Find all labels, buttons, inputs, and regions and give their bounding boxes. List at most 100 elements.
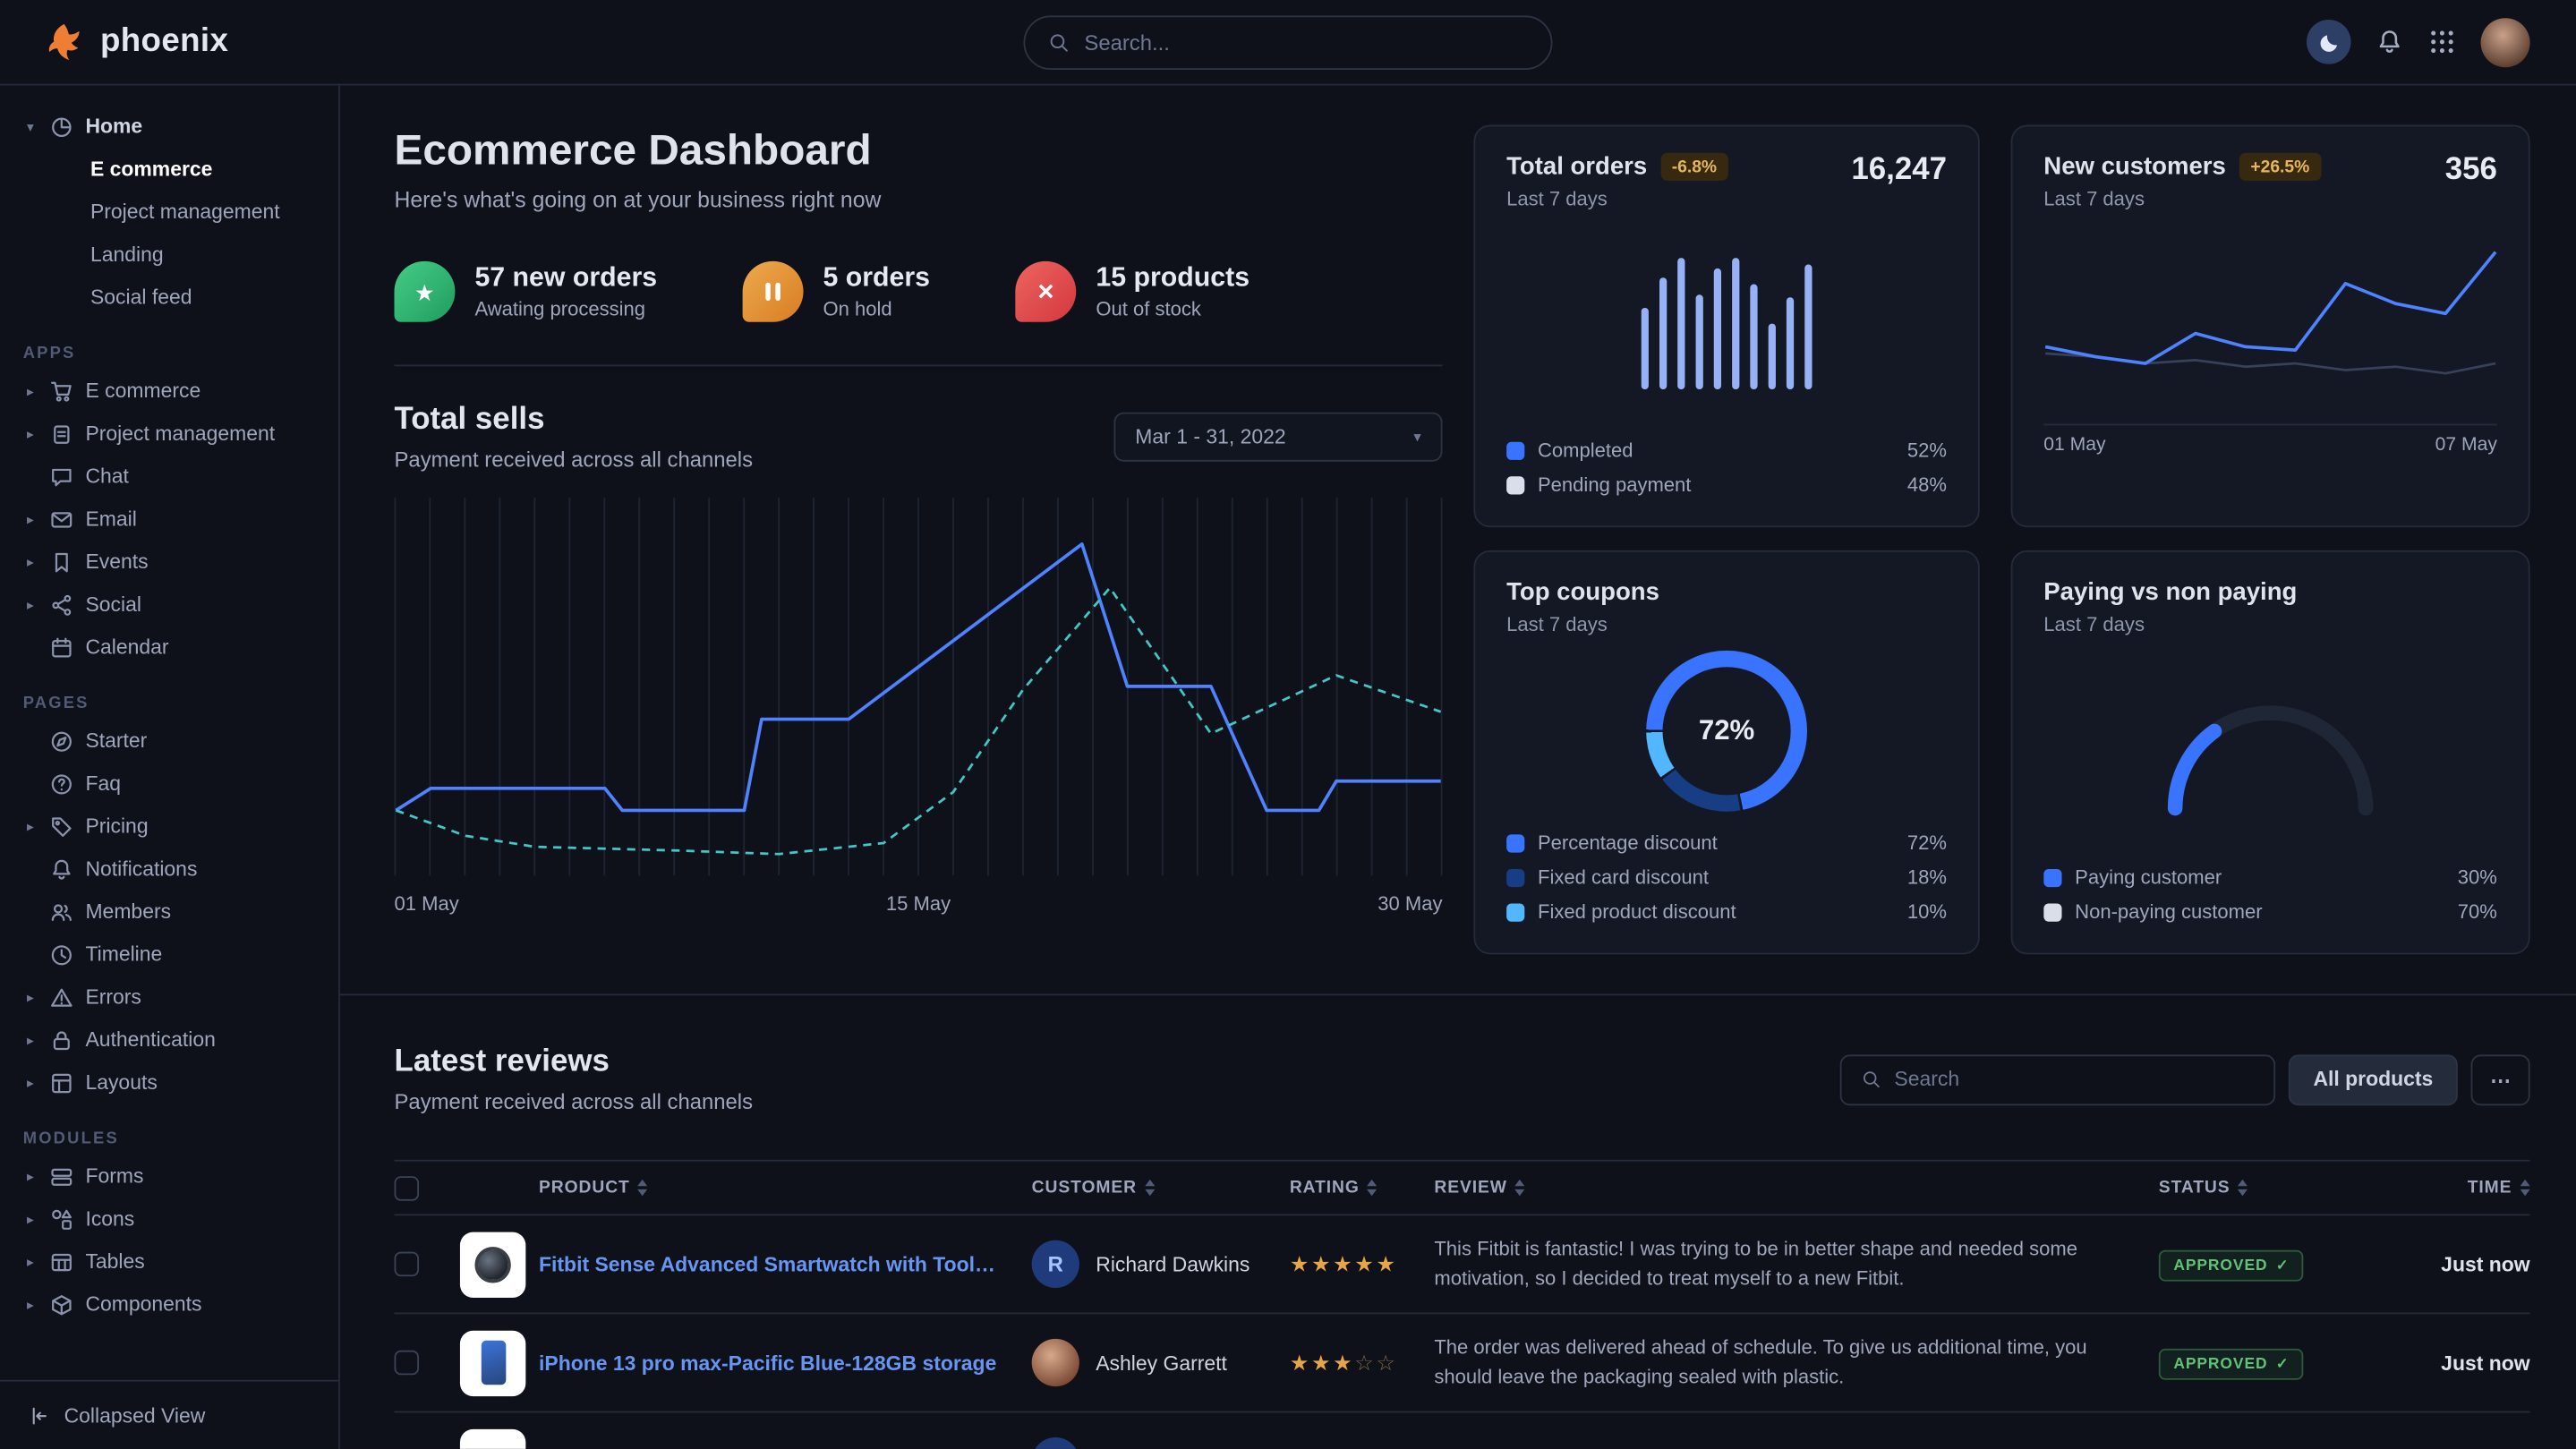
reviews-search[interactable]: [1840, 1053, 2275, 1104]
chevron-right-icon: ▸: [23, 555, 38, 569]
user-avatar[interactable]: [2481, 17, 2530, 66]
sidebar-item-pricing[interactable]: ▸ Pricing: [0, 805, 338, 848]
legend-swatch: [1506, 475, 1524, 493]
shapes-icon: [49, 1206, 74, 1232]
sidebar-item-components[interactable]: ▸ Components: [0, 1283, 338, 1325]
total-orders-legend: Completed 52% Pending payment 48%: [1506, 435, 1947, 499]
product-link[interactable]: Fitbit Sense Advanced Smartwatch with To…: [539, 1253, 1032, 1276]
sidebar-item-layouts[interactable]: ▸ Layouts: [0, 1061, 338, 1104]
top-coupons-legend: Percentage discount 72% Fixed card disco…: [1506, 828, 1947, 926]
cart-icon: [49, 379, 74, 404]
sidebar-item-errors[interactable]: ▸ Errors: [0, 976, 338, 1019]
sidebar-item-label: Timeline: [85, 943, 162, 967]
product-thumbnail[interactable]: [460, 1232, 525, 1297]
column-header-time[interactable]: TIME: [2468, 1178, 2530, 1198]
alert-triangle-icon: [49, 984, 74, 1010]
total-sells-x-axis: 01 May 15 May 30 May: [395, 892, 1443, 916]
sidebar-item-events[interactable]: ▸ Events: [0, 541, 338, 584]
column-header-product[interactable]: PRODUCT: [539, 1178, 1032, 1198]
stat-caption: Awating processing: [474, 297, 657, 320]
sidebar-nav: ▾ Home E commerce Project management Lan…: [0, 85, 338, 1379]
global-search[interactable]: [1023, 15, 1552, 70]
reviews-search-input[interactable]: [1894, 1068, 2254, 1091]
collapse-view-button[interactable]: Collapsed View: [0, 1380, 338, 1449]
select-all-checkbox[interactable]: [395, 1175, 420, 1200]
sidebar-item-label: Authentication: [85, 1028, 215, 1052]
avatar[interactable]: [1032, 1339, 1079, 1386]
sidebar-item-social[interactable]: ▸ Social: [0, 584, 338, 626]
check-icon: ✓: [2276, 1354, 2290, 1372]
help-circle-icon: [49, 771, 74, 797]
stat-out-of-stock: × 15 products Out of stock: [1015, 261, 1250, 322]
row-checkbox[interactable]: [395, 1351, 420, 1376]
sidebar-item-label: Project management: [85, 422, 275, 446]
users-icon: [49, 899, 74, 925]
avatar[interactable]: [1032, 1437, 1079, 1449]
sidebar-item-ecommerce-app[interactable]: ▸ E commerce: [0, 370, 338, 413]
sidebar-item-calendar[interactable]: Calendar: [0, 626, 338, 669]
product-thumbnail[interactable]: [460, 1330, 525, 1395]
sidebar-item-forms[interactable]: ▸ Forms: [0, 1155, 338, 1198]
sidebar-item-authentication[interactable]: ▸ Authentication: [0, 1019, 338, 1061]
sidebar-item-label: Home: [85, 115, 142, 138]
status-label: APPROVED: [2173, 1256, 2267, 1274]
donut-center-label: 72%: [1699, 714, 1754, 747]
pie-chart-icon: [49, 115, 74, 140]
sidebar-item-chat[interactable]: Chat: [0, 455, 338, 498]
sidebar-item-label: Social: [85, 593, 141, 617]
sidebar-item-faq[interactable]: Faq: [0, 763, 338, 805]
clock-icon: [49, 942, 74, 967]
row-checkbox[interactable]: [395, 1252, 420, 1277]
column-label: STATUS: [2159, 1178, 2231, 1198]
sidebar-item-email[interactable]: ▸ Email: [0, 498, 338, 541]
chevron-right-icon: ▸: [23, 1169, 38, 1183]
sidebar-item-notifications[interactable]: Notifications: [0, 848, 338, 891]
apps-grid-icon[interactable]: [2428, 28, 2456, 55]
bell-icon: [49, 857, 74, 882]
sidebar-item-icons[interactable]: ▸ Icons: [0, 1198, 338, 1240]
x-axis-label: 07 May: [2435, 435, 2497, 455]
sidebar-item-home[interactable]: ▾ Home: [0, 105, 338, 148]
search-icon: [1048, 31, 1070, 53]
review-text: This Fitbit is fantastic! I was trying t…: [1434, 1235, 2158, 1292]
theme-toggle-button[interactable]: [2307, 20, 2351, 64]
total-sells-subtitle: Payment received across all channels: [395, 447, 754, 472]
chevron-right-icon: ▸: [23, 384, 38, 398]
sidebar-item-tables[interactable]: ▸ Tables: [0, 1240, 338, 1283]
page-title: Ecommerce Dashboard: [395, 124, 1443, 175]
paying-gauge-chart: [2139, 677, 2402, 822]
sidebar-subitem-project-management[interactable]: Project management: [0, 191, 338, 234]
column-header-rating[interactable]: RATING: [1290, 1178, 1435, 1198]
column-header-review[interactable]: REVIEW: [1434, 1178, 2158, 1198]
customer-name: Richard Dawkins: [1096, 1253, 1250, 1276]
column-label: PRODUCT: [539, 1178, 630, 1198]
status-badge: APPROVED ✓: [2159, 1249, 2304, 1281]
product-link[interactable]: iPhone 13 pro max-Pacific Blue-128GB sto…: [539, 1351, 1032, 1375]
sidebar-subitem-ecommerce[interactable]: E commerce: [0, 148, 338, 191]
column-header-customer[interactable]: CUSTOMER: [1032, 1178, 1290, 1198]
total-orders-value: 16,247: [1851, 153, 1947, 189]
sort-icon: [1515, 1180, 1525, 1195]
notifications-bell-icon[interactable]: [2376, 28, 2403, 55]
brand-logo[interactable]: phoenix: [43, 21, 229, 64]
global-search-input[interactable]: [1084, 30, 1528, 55]
sidebar-subitem-landing[interactable]: Landing: [0, 234, 338, 277]
legend-swatch: [1506, 868, 1524, 886]
avatar[interactable]: R: [1032, 1240, 1079, 1288]
top-navbar: phoenix: [0, 0, 2576, 85]
date-range-select[interactable]: Mar 1 - 31, 2022 ▾: [1113, 413, 1442, 462]
sidebar-item-members[interactable]: Members: [0, 891, 338, 933]
more-options-button[interactable]: ⋯: [2471, 1053, 2530, 1104]
sidebar-item-label: E commerce: [85, 379, 200, 403]
product-thumbnail[interactable]: [460, 1428, 525, 1449]
sidebar-item-starter[interactable]: Starter: [0, 720, 338, 763]
legend-label: Non-paying customer: [2075, 900, 2262, 924]
column-header-status[interactable]: STATUS: [2159, 1178, 2379, 1198]
sidebar-item-timeline[interactable]: Timeline: [0, 933, 338, 976]
sidebar-item-project-management-app[interactable]: ▸ Project management: [0, 413, 338, 456]
total-sells-chart: [395, 491, 1443, 882]
mail-icon: [49, 507, 74, 532]
sidebar-subitem-social-feed[interactable]: Social feed: [0, 276, 338, 319]
all-products-button[interactable]: All products: [2289, 1053, 2458, 1104]
reviews-controls: All products ⋯: [1840, 1053, 2530, 1104]
